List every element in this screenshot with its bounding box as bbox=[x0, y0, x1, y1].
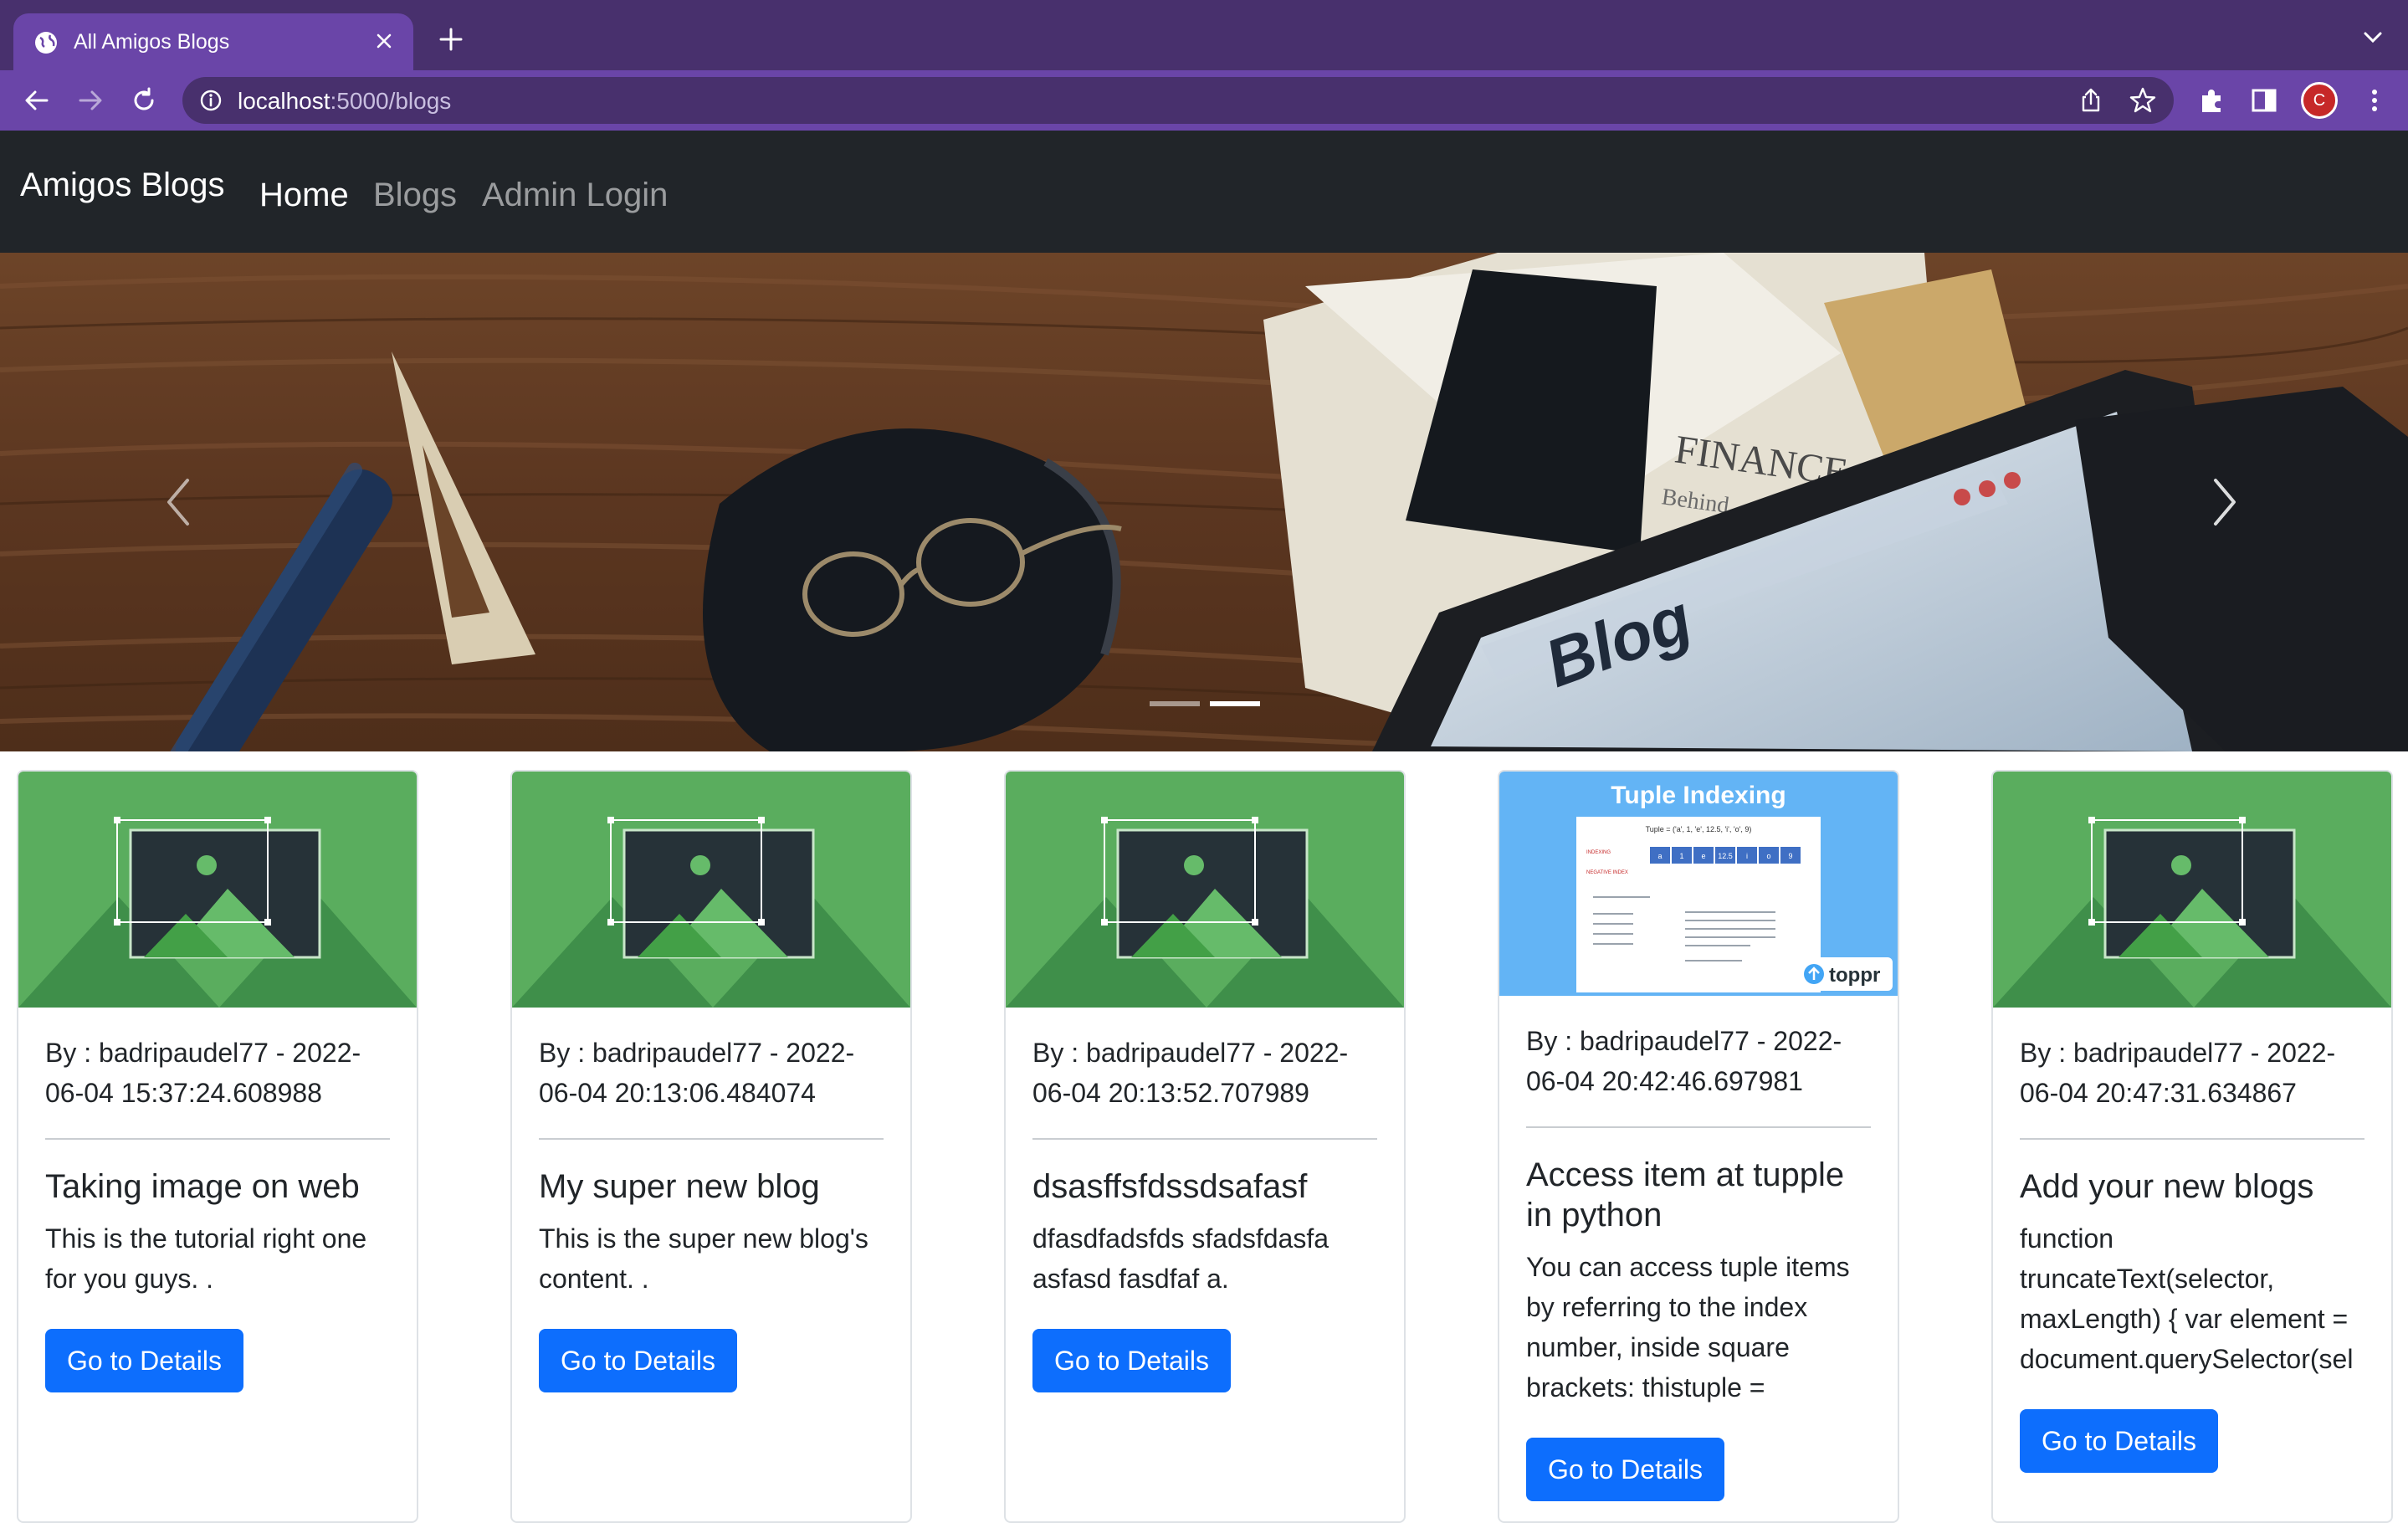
profile-avatar[interactable]: C bbox=[2301, 82, 2338, 119]
forward-arrow-icon[interactable] bbox=[75, 85, 105, 115]
tuple-cell-label: i bbox=[1746, 852, 1748, 860]
more-menu-icon[interactable] bbox=[2359, 85, 2390, 115]
tuple-image-row-label: NEGATIVE INDEX bbox=[1586, 870, 1628, 875]
go-to-details-button[interactable]: Go to Details bbox=[45, 1329, 243, 1392]
card-meta: By : badripaudel77 - 2022-06-04 20:47:31… bbox=[2020, 1038, 2336, 1108]
card-divider bbox=[2020, 1138, 2364, 1140]
globe-icon bbox=[35, 32, 57, 54]
card-placeholder-image bbox=[18, 772, 417, 1008]
card-body: By : badripaudel77 - 2022-06-04 20:13:06… bbox=[539, 1033, 884, 1392]
card-placeholder-image bbox=[1993, 772, 2391, 1008]
tuple-cells: a 1 e 12.5 i o 9 bbox=[1650, 847, 1801, 864]
card-title: Taking image on web bbox=[45, 1168, 360, 1205]
tuple-image-row-label: INDEXING bbox=[1586, 850, 1611, 855]
go-to-details-button[interactable]: Go to Details bbox=[1526, 1438, 1724, 1501]
card-text: You can access tuple items by referring … bbox=[1526, 1252, 1850, 1402]
card-title: Access item at tupple in python bbox=[1526, 1156, 1845, 1233]
card-divider bbox=[539, 1138, 884, 1140]
tuple-cell-label: e bbox=[1701, 852, 1705, 860]
extensions-puzzle-icon[interactable] bbox=[2197, 85, 2227, 115]
tuple-cell-label: o bbox=[1766, 852, 1770, 860]
blog-card: Tuple Indexing Tuple = ('a', 1, 'e', 12.… bbox=[1498, 770, 1899, 1523]
carousel-prev-chevron-icon[interactable] bbox=[156, 472, 206, 532]
tab-title: All Amigos Blogs bbox=[74, 30, 230, 54]
url-host: localhost bbox=[238, 88, 330, 114]
card-title: dsasffsfdssdsafasf bbox=[1032, 1168, 1308, 1205]
brand-link[interactable]: Amigos Blogs bbox=[20, 164, 225, 206]
url-path: :5000/blogs bbox=[330, 88, 452, 114]
card-body: By : badripaudel77 - 2022-06-04 20:47:31… bbox=[2020, 1033, 2364, 1473]
carousel-indicator-active[interactable] bbox=[1210, 701, 1260, 706]
hero-carousel: FINANCE Behind Blog bbox=[0, 253, 2408, 751]
browser-tab[interactable]: All Amigos Blogs bbox=[13, 13, 413, 70]
tuple-image-title: Tuple Indexing bbox=[1611, 782, 1786, 809]
go-to-details-button[interactable]: Go to Details bbox=[2020, 1409, 2218, 1473]
new-tab-plus-icon[interactable] bbox=[437, 25, 465, 54]
close-icon[interactable] bbox=[371, 28, 397, 54]
carousel-indicators bbox=[1150, 701, 1260, 708]
tuple-indexing-image: Tuple Indexing Tuple = ('a', 1, 'e', 12.… bbox=[1499, 772, 1898, 996]
url-text: localhost:5000/blogs bbox=[238, 88, 451, 115]
card-divider bbox=[1032, 1138, 1377, 1140]
nav-link-home[interactable]: Home bbox=[259, 174, 349, 216]
tuple-image-code: Tuple = ('a', 1, 'e', 12.5, 'i', 'o', 9) bbox=[1646, 825, 1752, 833]
card-meta: By : badripaudel77 - 2022-06-04 20:13:52… bbox=[1032, 1038, 1349, 1108]
nav-link-admin-login[interactable]: Admin Login bbox=[482, 174, 668, 216]
tuple-cell-label: 9 bbox=[1788, 852, 1792, 860]
hero-image: FINANCE Behind Blog bbox=[0, 253, 2408, 751]
blog-card: By : badripaudel77 - 2022-06-04 20:13:06… bbox=[510, 770, 912, 1523]
tuple-cell-label: a bbox=[1657, 852, 1662, 860]
chevron-down-icon[interactable] bbox=[2361, 28, 2385, 47]
reload-icon[interactable] bbox=[129, 85, 159, 115]
card-text: This is the super new blog's content. . bbox=[539, 1223, 868, 1294]
card-title: Add your new blogs bbox=[2020, 1168, 2314, 1205]
side-panel-icon[interactable] bbox=[2249, 85, 2279, 115]
card-text: function truncateText(selector, maxLengt… bbox=[2020, 1223, 2354, 1374]
carousel-indicator[interactable] bbox=[1150, 701, 1200, 706]
blog-card: By : badripaudel77 - 2022-06-04 20:47:31… bbox=[1991, 770, 2393, 1523]
card-placeholder-image bbox=[1006, 772, 1404, 1008]
card-meta: By : badripaudel77 - 2022-06-04 20:42:46… bbox=[1526, 1026, 1842, 1096]
card-meta: By : badripaudel77 - 2022-06-04 20:13:06… bbox=[539, 1038, 855, 1108]
card-text: dfasdfadsfds sfadsfdasfa asfasd fasdfaf … bbox=[1032, 1223, 1329, 1294]
card-title: My super new blog bbox=[539, 1168, 820, 1205]
browser-tab-bar: All Amigos Blogs bbox=[0, 0, 2408, 70]
site-info-icon[interactable] bbox=[199, 89, 223, 112]
tuple-cell-label: 1 bbox=[1679, 852, 1683, 860]
go-to-details-button[interactable]: Go to Details bbox=[1032, 1329, 1231, 1392]
blog-card: By : badripaudel77 - 2022-06-04 15:37:24… bbox=[17, 770, 418, 1523]
card-divider bbox=[45, 1138, 390, 1140]
card-text: This is the tutorial right one for you g… bbox=[45, 1223, 367, 1294]
card-body: By : badripaudel77 - 2022-06-04 15:37:24… bbox=[45, 1033, 390, 1392]
bookmark-star-icon[interactable] bbox=[2129, 86, 2157, 115]
card-meta: By : badripaudel77 - 2022-06-04 15:37:24… bbox=[45, 1038, 361, 1108]
blog-card: By : badripaudel77 - 2022-06-04 20:13:52… bbox=[1004, 770, 1406, 1523]
nav-link-blogs[interactable]: Blogs bbox=[373, 174, 457, 216]
address-bar[interactable]: localhost:5000/blogs bbox=[182, 77, 2174, 124]
tuple-cell-label: 12.5 bbox=[1718, 852, 1733, 860]
back-arrow-icon[interactable] bbox=[22, 85, 52, 115]
share-icon[interactable] bbox=[2078, 87, 2103, 114]
carousel-next-chevron-icon[interactable] bbox=[2201, 472, 2251, 532]
go-to-details-button[interactable]: Go to Details bbox=[539, 1329, 737, 1392]
card-body: By : badripaudel77 - 2022-06-04 20:42:46… bbox=[1526, 1021, 1871, 1501]
toppr-logo-text: toppr bbox=[1829, 964, 1880, 987]
card-body: By : badripaudel77 - 2022-06-04 20:13:52… bbox=[1032, 1033, 1377, 1392]
card-divider bbox=[1526, 1126, 1871, 1128]
site-navbar: Amigos Blogs Home Blogs Admin Login bbox=[0, 131, 2408, 253]
browser-toolbar: localhost:5000/blogs C bbox=[0, 70, 2408, 131]
card-placeholder-image bbox=[512, 772, 910, 1008]
